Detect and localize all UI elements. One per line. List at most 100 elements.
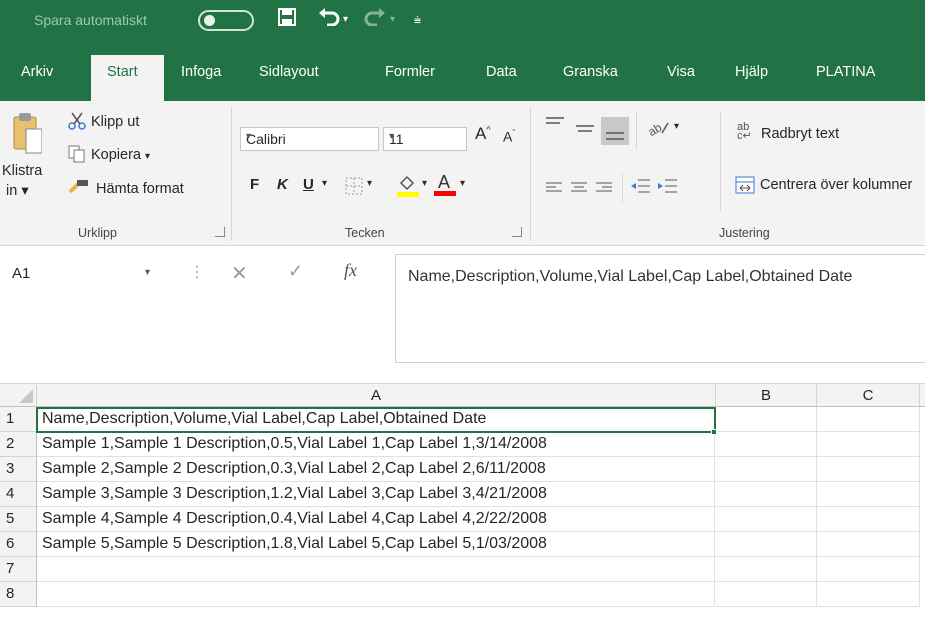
selected-cell-a1[interactable] <box>36 407 716 433</box>
cell-c7[interactable] <box>817 557 920 582</box>
borders-dropdown-icon[interactable]: ▾ <box>367 178 372 189</box>
row-header-2[interactable]: 2 <box>0 432 37 457</box>
paste-label-2[interactable]: in ▾ <box>6 183 29 199</box>
cut-button[interactable]: Klipp ut <box>91 114 139 130</box>
grow-font-icon[interactable]: A^ <box>475 124 491 144</box>
tab-sidlayout[interactable]: Sidlayout <box>259 64 319 80</box>
tab-granska[interactable]: Granska <box>563 64 618 80</box>
scissors-icon[interactable] <box>68 112 86 133</box>
row-header-6[interactable]: 6 <box>0 532 37 557</box>
bold-button[interactable]: F <box>250 176 259 193</box>
cell-b3[interactable] <box>716 457 817 482</box>
row-header-4[interactable]: 4 <box>0 482 37 507</box>
cell-c5[interactable] <box>817 507 920 532</box>
align-middle-icon[interactable] <box>576 123 594 140</box>
tab-start[interactable]: Start <box>91 55 164 101</box>
cell-b2[interactable] <box>716 432 817 457</box>
cell-b5[interactable] <box>716 507 817 532</box>
tab-platina[interactable]: PLATINA <box>816 64 875 80</box>
increase-indent-icon[interactable] <box>657 179 677 196</box>
cell-a6[interactable]: Sample 5,Sample 5 Description,1.8,Vial L… <box>37 532 715 557</box>
select-all-corner[interactable] <box>0 384 37 407</box>
align-right-icon[interactable] <box>596 181 612 197</box>
tab-data[interactable]: Data <box>486 64 517 80</box>
merge-center-button[interactable]: Centrera över kolumner <box>760 177 912 193</box>
wrap-text-button[interactable]: Radbryt text <box>761 126 839 142</box>
undo-dropdown-icon[interactable]: ▾ <box>343 8 348 32</box>
cell-b6[interactable] <box>716 532 817 557</box>
font-size-select[interactable]: 11 ▾ <box>383 127 467 151</box>
cell-b7[interactable] <box>716 557 817 582</box>
font-launcher-icon[interactable] <box>512 227 522 237</box>
format-painter-icon[interactable] <box>68 178 90 199</box>
align-center-icon[interactable] <box>571 181 587 197</box>
align-left-icon[interactable] <box>546 181 562 197</box>
orientation-icon[interactable]: ab <box>646 119 670 140</box>
formula-input[interactable]: Name,Description,Volume,Vial Label,Cap L… <box>395 254 925 363</box>
customize-qat-icon[interactable]: ⩧ <box>414 8 421 32</box>
tab-arkiv[interactable]: Arkiv <box>21 64 53 80</box>
tab-hjalp[interactable]: Hjälp <box>735 64 768 80</box>
insert-function-icon[interactable]: fx <box>344 260 357 281</box>
align-bottom-icon[interactable] <box>601 117 629 145</box>
font-name-select[interactable]: Calibri ▾ <box>240 127 379 151</box>
undo-icon[interactable] <box>318 8 340 32</box>
paste-icon[interactable] <box>12 111 43 158</box>
row-header-7[interactable]: 7 <box>0 557 37 582</box>
column-header-c[interactable]: C <box>817 384 920 407</box>
cell-b8[interactable] <box>716 582 817 607</box>
row-header-1[interactable]: 1 <box>0 407 37 432</box>
format-painter-button[interactable]: Hämta format <box>96 181 184 197</box>
tab-formler[interactable]: Formler <box>385 64 435 80</box>
underline-dropdown-icon[interactable]: ▾ <box>322 178 327 189</box>
cell-c2[interactable] <box>817 432 920 457</box>
font-color-icon[interactable]: A <box>434 171 456 200</box>
merge-center-icon[interactable] <box>735 176 755 197</box>
orientation-dropdown-icon[interactable]: ▾ <box>674 121 679 132</box>
tab-visa[interactable]: Visa <box>667 64 695 80</box>
row-header-3[interactable]: 3 <box>0 457 37 482</box>
underline-button[interactable]: U <box>303 176 314 193</box>
cell-c4[interactable] <box>817 482 920 507</box>
decrease-indent-icon[interactable] <box>630 179 650 196</box>
cell-a8[interactable] <box>37 582 715 607</box>
cell-c6[interactable] <box>817 532 920 557</box>
redo-dropdown-icon[interactable]: ▾ <box>390 8 395 32</box>
copy-icon[interactable] <box>68 145 86 166</box>
save-icon[interactable] <box>278 8 296 32</box>
fill-handle[interactable] <box>711 429 717 435</box>
clipboard-launcher-icon[interactable] <box>215 227 225 237</box>
align-top-icon[interactable] <box>546 117 564 134</box>
redo-icon[interactable] <box>364 8 386 32</box>
cell-a3[interactable]: Sample 2,Sample 2 Description,0.3,Vial L… <box>37 457 715 482</box>
cell-a5[interactable]: Sample 4,Sample 4 Description,0.4,Vial L… <box>37 507 715 532</box>
cell-c8[interactable] <box>817 582 920 607</box>
paste-label[interactable]: Klistra <box>2 163 42 179</box>
italic-button[interactable]: K <box>277 176 288 193</box>
tab-infoga[interactable]: Infoga <box>181 64 221 80</box>
wrap-text-icon[interactable]: ab c↵ <box>737 122 752 142</box>
cell-a7[interactable] <box>37 557 715 582</box>
autosave-toggle[interactable] <box>198 10 254 31</box>
fill-color-dropdown-icon[interactable]: ▾ <box>422 178 427 189</box>
copy-button[interactable]: Kopiera ▾ <box>91 147 150 163</box>
row-header-5[interactable]: 5 <box>0 507 37 532</box>
name-box-dropdown-icon[interactable]: ▾ <box>145 267 150 278</box>
name-box[interactable]: A1 ▾ <box>2 260 172 288</box>
cell-b1[interactable] <box>716 407 817 432</box>
fill-color-icon[interactable] <box>397 173 419 200</box>
cancel-icon[interactable]: ✕ <box>231 261 248 286</box>
borders-icon[interactable] <box>345 177 363 198</box>
cell-c3[interactable] <box>817 457 920 482</box>
column-header-d[interactable] <box>920 384 925 407</box>
cell-b4[interactable] <box>716 482 817 507</box>
enter-icon[interactable]: ✓ <box>288 261 303 282</box>
cell-a4[interactable]: Sample 3,Sample 3 Description,1.2,Vial L… <box>37 482 715 507</box>
shrink-font-icon[interactable]: Aˇ <box>503 128 515 145</box>
column-header-a[interactable]: A <box>37 384 716 407</box>
cell-c1[interactable] <box>817 407 920 432</box>
cell-a2[interactable]: Sample 1,Sample 1 Description,0.5,Vial L… <box>37 432 715 457</box>
column-header-b[interactable]: B <box>716 384 817 407</box>
font-color-dropdown-icon[interactable]: ▾ <box>460 178 465 189</box>
row-header-8[interactable]: 8 <box>0 582 37 607</box>
